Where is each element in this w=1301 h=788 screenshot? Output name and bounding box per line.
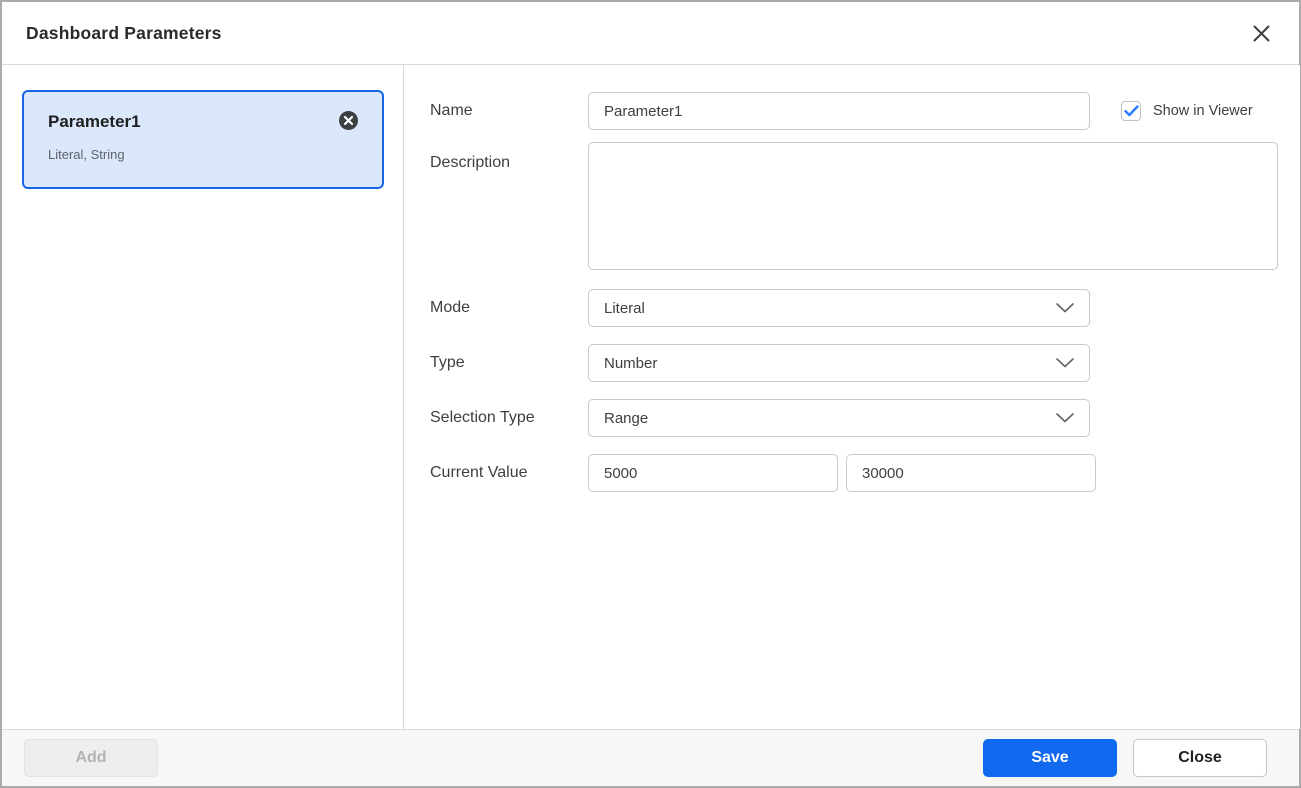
chevron-down-icon [1056,358,1074,368]
name-input[interactable] [588,92,1090,130]
dialog-footer: Add Save Close [2,729,1299,786]
mode-label: Mode [430,299,471,316]
chevron-down-icon [1056,413,1074,423]
mode-dropdown[interactable]: Literal [588,289,1090,327]
current-value-row: Current Value [430,454,1278,492]
parameter-card-title: Parameter1 [48,112,141,131]
dialog-header: Dashboard Parameters [2,2,1299,65]
current-value-label: Current Value [430,464,528,481]
dialog-title: Dashboard Parameters [26,22,222,43]
save-button[interactable]: Save [983,739,1117,777]
parameter-card[interactable]: Parameter1 Literal, String [22,90,384,189]
dashboard-parameters-dialog: Dashboard Parameters Parameter1 Literal,… [0,0,1301,788]
show-in-viewer-label: Show in Viewer [1153,103,1253,119]
mode-row: Mode Literal [430,289,1278,327]
dialog-body: Parameter1 Literal, String Name Paramete… [2,65,1300,729]
close-icon [1253,25,1269,41]
delete-icon [339,111,358,130]
selection-type-dropdown[interactable]: Range [588,399,1090,437]
close-button[interactable]: Close [1133,739,1267,777]
current-value-from-input[interactable] [588,454,838,492]
current-value-to-input[interactable] [846,454,1096,492]
description-label: Description [430,154,511,171]
delete-parameter-button[interactable] [339,111,358,130]
type-row: Type Number [430,344,1278,382]
selection-type-row: Selection Type Range [430,399,1278,437]
description-row: Description [430,142,1278,270]
parameter-card-subtitle: Literal, String [48,147,125,162]
parameter-list-panel: Parameter1 Literal, String [2,65,404,729]
name-row: Name Show in Viewer [430,92,1278,130]
type-dropdown-value: Number [604,354,658,372]
type-dropdown[interactable]: Number [588,344,1090,382]
parameter-form-panel: Name Show in Viewer Description [404,65,1300,729]
dialog-close-icon[interactable] [1247,19,1275,47]
chevron-down-icon [1056,303,1074,313]
show-in-viewer-toggle[interactable]: Show in Viewer [1121,101,1253,121]
add-parameter-button[interactable]: Add [24,739,158,777]
selection-type-label: Selection Type [430,409,535,426]
show-in-viewer-checkbox[interactable] [1121,101,1141,121]
name-label: Name [430,102,473,119]
selection-type-dropdown-value: Range [604,409,649,427]
mode-dropdown-value: Literal [604,299,645,317]
type-label: Type [430,354,465,371]
description-input[interactable] [588,142,1278,270]
check-icon [1123,105,1139,117]
